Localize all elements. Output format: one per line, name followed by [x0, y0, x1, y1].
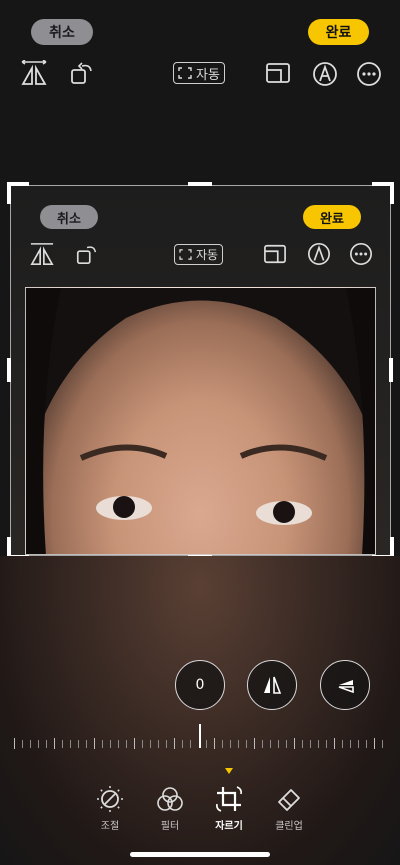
ruler-tick [62, 740, 63, 748]
ruler-tick [222, 740, 223, 748]
ruler-tick [199, 724, 201, 748]
ruler-tick [334, 738, 335, 749]
ruler-tick [70, 740, 71, 748]
ruler-tick [326, 740, 327, 748]
inner-aspect-ratio-icon [262, 243, 288, 265]
ruler-tick [174, 738, 175, 749]
cancel-button[interactable]: 취소 [31, 19, 93, 45]
tool-filter[interactable]: 필터 [140, 785, 200, 832]
ruler-tick [54, 738, 55, 749]
ruler-tick [30, 740, 31, 748]
markup-icon[interactable] [312, 61, 338, 87]
ruler-tick [350, 740, 351, 748]
ruler-tick [166, 740, 167, 748]
eraser-icon [278, 789, 300, 811]
crop-handle-top-right[interactable] [372, 182, 394, 204]
ruler-tick [14, 738, 15, 749]
crop-handle-right[interactable] [389, 358, 393, 382]
ruler-tick [374, 738, 375, 749]
adjust-icon [97, 786, 123, 812]
vertical-perspective-button[interactable] [247, 660, 297, 710]
ruler-tick [94, 738, 95, 749]
ruler-tick [270, 740, 271, 748]
ruler-tick [214, 738, 215, 749]
filter-icon [157, 787, 183, 811]
ruler-tick [158, 740, 159, 748]
tool-crop[interactable]: 자르기 [199, 785, 259, 832]
tool-adjust-label: 조절 [100, 821, 120, 832]
tool-filter-label: 필터 [160, 821, 180, 832]
crop-handle-top-left[interactable] [7, 182, 29, 204]
ruler-tick [150, 740, 151, 748]
ruler-tick [246, 740, 247, 748]
straighten-dial-button[interactable]: 0 [175, 660, 225, 710]
ruler-tick [238, 740, 239, 748]
inner-flip-horizontal-icon [29, 242, 55, 266]
ruler-tick [382, 740, 383, 748]
flip-horizontal-icon[interactable] [20, 60, 48, 86]
ruler-tick [190, 740, 191, 748]
ruler-tick [182, 740, 183, 748]
ruler-tick [206, 740, 207, 748]
active-tool-indicator [225, 768, 233, 774]
ruler-tick [230, 740, 231, 748]
inner-rotate-icon [75, 242, 99, 266]
crop-handle-top[interactable] [188, 182, 212, 186]
ruler-tick [78, 740, 79, 748]
straighten-slider[interactable] [0, 720, 400, 756]
ruler-tick [118, 740, 119, 748]
ruler-tick [342, 740, 343, 748]
tool-crop-label: 자르기 [215, 821, 243, 832]
rotate-icon[interactable] [69, 60, 95, 86]
ruler-tick [358, 740, 359, 748]
inner-done-button: 완료 [303, 205, 361, 229]
more-icon[interactable] [356, 61, 382, 87]
ruler-tick [134, 738, 135, 749]
photo-preview [25, 287, 376, 555]
horizontal-perspective-button[interactable] [320, 660, 370, 710]
inner-cancel-button: 취소 [40, 205, 98, 229]
horizontal-perspective-icon [338, 680, 354, 694]
auto-button[interactable]: 자동 [173, 62, 225, 84]
inner-more-icon [349, 242, 373, 266]
ruler-tick [318, 740, 319, 748]
ruler-tick [286, 740, 287, 748]
ruler-tick [142, 740, 143, 748]
ruler-tick [310, 740, 311, 748]
straighten-value: 0 [195, 677, 205, 693]
auto-label: 자동 [196, 67, 220, 83]
ruler-tick [22, 740, 23, 748]
ruler-tick [278, 740, 279, 748]
auto-frame-icon [178, 67, 192, 79]
ruler-tick [38, 740, 39, 748]
tool-cleanup[interactable]: 클린업 [259, 785, 319, 832]
ruler-tick [254, 738, 255, 749]
ruler-tick [366, 740, 367, 748]
ruler-tick [262, 740, 263, 748]
aspect-ratio-icon[interactable] [264, 61, 292, 85]
done-button[interactable]: 완료 [308, 19, 369, 45]
inner-auto-label: 자동 [196, 248, 219, 262]
crop-handle-left[interactable] [7, 358, 11, 382]
tool-adjust[interactable]: 조절 [80, 785, 140, 832]
ruler-tick [110, 740, 111, 748]
inner-auto-button: 자동 [174, 244, 224, 265]
crop-icon [216, 786, 242, 812]
vertical-perspective-icon [264, 676, 282, 694]
inner-auto-frame-icon [179, 249, 192, 260]
inner-markup-icon [307, 242, 331, 266]
ruler-tick [102, 740, 103, 748]
ruler-tick [46, 740, 47, 748]
ruler-tick [294, 738, 295, 749]
ruler-tick [86, 740, 87, 748]
ruler-tick [126, 740, 127, 748]
ruler-tick [302, 740, 303, 748]
home-indicator [130, 852, 270, 857]
tool-cleanup-label: 클린업 [275, 821, 303, 832]
